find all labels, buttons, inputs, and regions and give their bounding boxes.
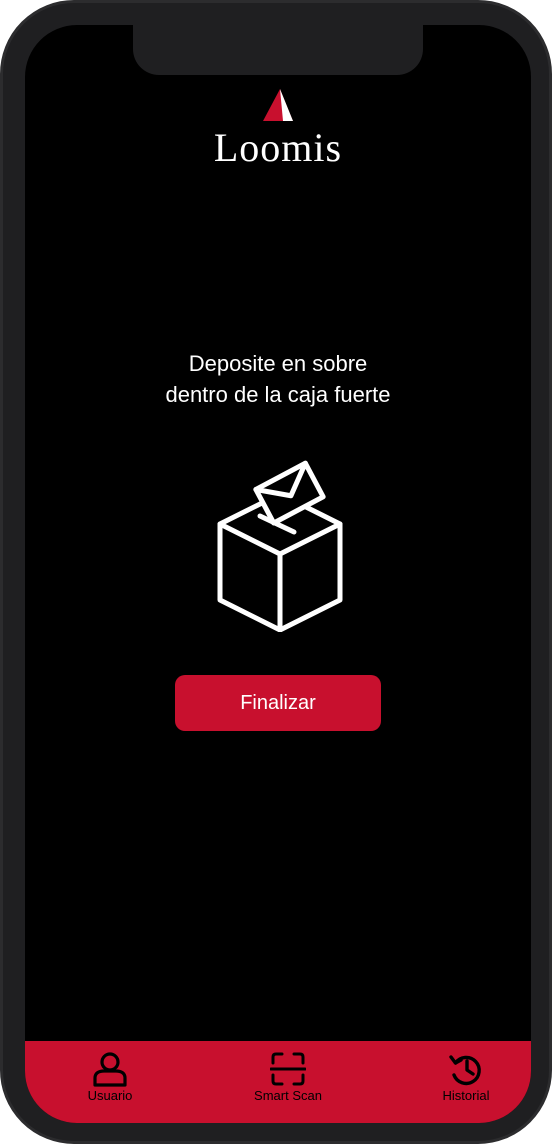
deposit-instruction: Deposite en sobre dentro de la caja fuer… bbox=[25, 348, 531, 410]
history-icon bbox=[449, 1055, 481, 1086]
nav-item-smart-scan[interactable]: Smart Scan bbox=[223, 1051, 353, 1104]
nav-item-history[interactable]: Historial bbox=[401, 1051, 531, 1104]
notch bbox=[133, 25, 423, 75]
app-screen: Loomis Deposite en sobre dentro de la ca… bbox=[25, 25, 531, 1123]
phone-frame: Loomis Deposite en sobre dentro de la ca… bbox=[0, 0, 552, 1144]
nav-label-smart-scan: Smart Scan bbox=[254, 1088, 322, 1103]
user-icon bbox=[93, 1052, 127, 1087]
instruction-line-1: Deposite en sobre bbox=[188, 351, 368, 376]
brand-logo: Loomis bbox=[25, 87, 531, 171]
nav-item-user[interactable]: Usuario bbox=[45, 1051, 175, 1104]
brand-name: Loomis bbox=[213, 125, 343, 170]
finish-button[interactable]: Finalizar bbox=[175, 675, 381, 731]
bottom-nav: Usuario Smart Scan Historial bbox=[25, 1041, 531, 1123]
instruction-line-2: dentro de la caja fuerte bbox=[165, 382, 391, 407]
nav-label-user: Usuario bbox=[87, 1088, 133, 1103]
loomis-triangle-icon bbox=[263, 89, 293, 121]
scan-icon bbox=[270, 1052, 306, 1086]
nav-label-history: Historial bbox=[442, 1088, 490, 1103]
ballot-box-envelope-icon bbox=[210, 450, 346, 637]
